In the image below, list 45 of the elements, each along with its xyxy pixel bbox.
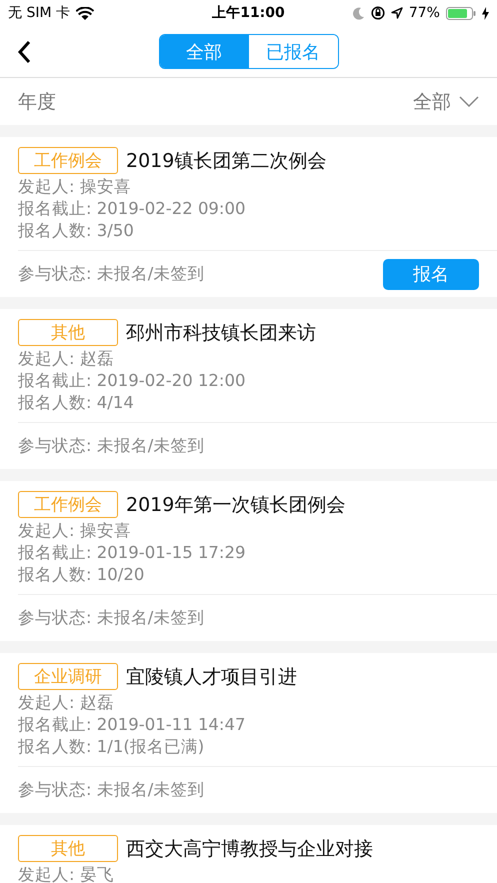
event-detail: 报名截止: 2019-02-20 12:00 bbox=[18, 370, 246, 392]
battery-icon bbox=[446, 6, 476, 20]
event-detail: 报名人数: 10/20 bbox=[18, 564, 146, 586]
category-tag: 其他 bbox=[18, 835, 118, 862]
event-detail: 报名截止: 2019-02-22 09:00 bbox=[18, 198, 246, 220]
location-arrow-icon bbox=[390, 7, 403, 19]
category-tag: 企业调研 bbox=[18, 663, 118, 690]
charging-icon bbox=[482, 6, 489, 20]
event-detail: 发起人: 操安喜 bbox=[18, 176, 132, 198]
event-card[interactable]: 工作例会 2019年第一次镇长团例会 发起人: 操安喜 报名截止: 2019-01-15 17:29 报名人数: 10/20 参与状态: 未报名/未签到 bbox=[0, 481, 497, 641]
year-label: 年度 bbox=[18, 90, 56, 114]
event-detail: 报名人数: 4/14 bbox=[18, 392, 135, 414]
year-dropdown[interactable]: 全部 bbox=[413, 88, 479, 114]
carrier-label: 无 SIM 卡 bbox=[8, 4, 70, 22]
back-chevron-icon bbox=[17, 40, 31, 64]
event-detail: 发起人: 晏飞 bbox=[18, 864, 115, 883]
chevron-down-icon bbox=[459, 96, 479, 107]
wifi-icon bbox=[76, 6, 94, 20]
event-title: 宜陵镇人才项目引进 bbox=[126, 664, 297, 690]
category-tag: 工作例会 bbox=[18, 491, 118, 518]
category-tag: 工作例会 bbox=[18, 147, 118, 174]
category-tag: 其他 bbox=[18, 319, 118, 346]
event-card[interactable]: 其他 邳州市科技镇长团来访 发起人: 赵磊 报名截止: 2019-02-20 12:00 报名人数: 4/14 参与状态: 未报名/未签到 bbox=[0, 309, 497, 469]
battery-percent: 77% bbox=[408, 5, 440, 21]
moon-icon bbox=[352, 6, 365, 20]
event-detail: 报名截止: 2019-01-15 17:29 bbox=[18, 542, 246, 564]
event-detail: 发起人: 赵磊 bbox=[18, 348, 115, 370]
participation-status: 参与状态: 未报名/未签到 bbox=[18, 607, 204, 629]
event-detail: 发起人: 赵磊 bbox=[18, 692, 115, 714]
event-title: 2019年第一次镇长团例会 bbox=[126, 492, 346, 518]
event-detail: 报名人数: 1/1(报名已满) bbox=[18, 736, 206, 758]
event-title: 邳州市科技镇长团来访 bbox=[126, 320, 316, 346]
participation-status: 参与状态: 未报名/未签到 bbox=[18, 779, 204, 801]
event-title: 2019镇长团第二次例会 bbox=[126, 148, 326, 174]
event-card[interactable]: 企业调研 宜陵镇人才项目引进 发起人: 赵磊 报名截止: 2019-01-11 14:47 报名人数: 1/1(报名已满) 参与状态: 未报名/未签到 bbox=[0, 653, 497, 813]
event-detail: 报名人数: 3/50 bbox=[18, 220, 135, 242]
participation-status: 参与状态: 未报名/未签到 bbox=[18, 263, 204, 285]
participation-status: 参与状态: 未报名/未签到 bbox=[18, 435, 204, 457]
rotation-lock-icon bbox=[370, 6, 385, 20]
event-detail: 报名截止: 2019-01-11 14:47 bbox=[18, 714, 246, 736]
event-title: 西交大高宁博教授与企业对接 bbox=[126, 836, 373, 862]
event-card[interactable]: 其他 西交大高宁博教授与企业对接 发起人: 晏飞 bbox=[0, 825, 497, 883]
clock-time: 上午11:00 bbox=[212, 4, 285, 22]
event-detail: 发起人: 操安喜 bbox=[18, 520, 132, 542]
event-card[interactable]: 工作例会 2019镇长团第二次例会 发起人: 操安喜 报名截止: 2019-02-22 09:00 报名人数: 3/50 参与状态: 未报名/未签到 报名 bbox=[0, 137, 497, 297]
